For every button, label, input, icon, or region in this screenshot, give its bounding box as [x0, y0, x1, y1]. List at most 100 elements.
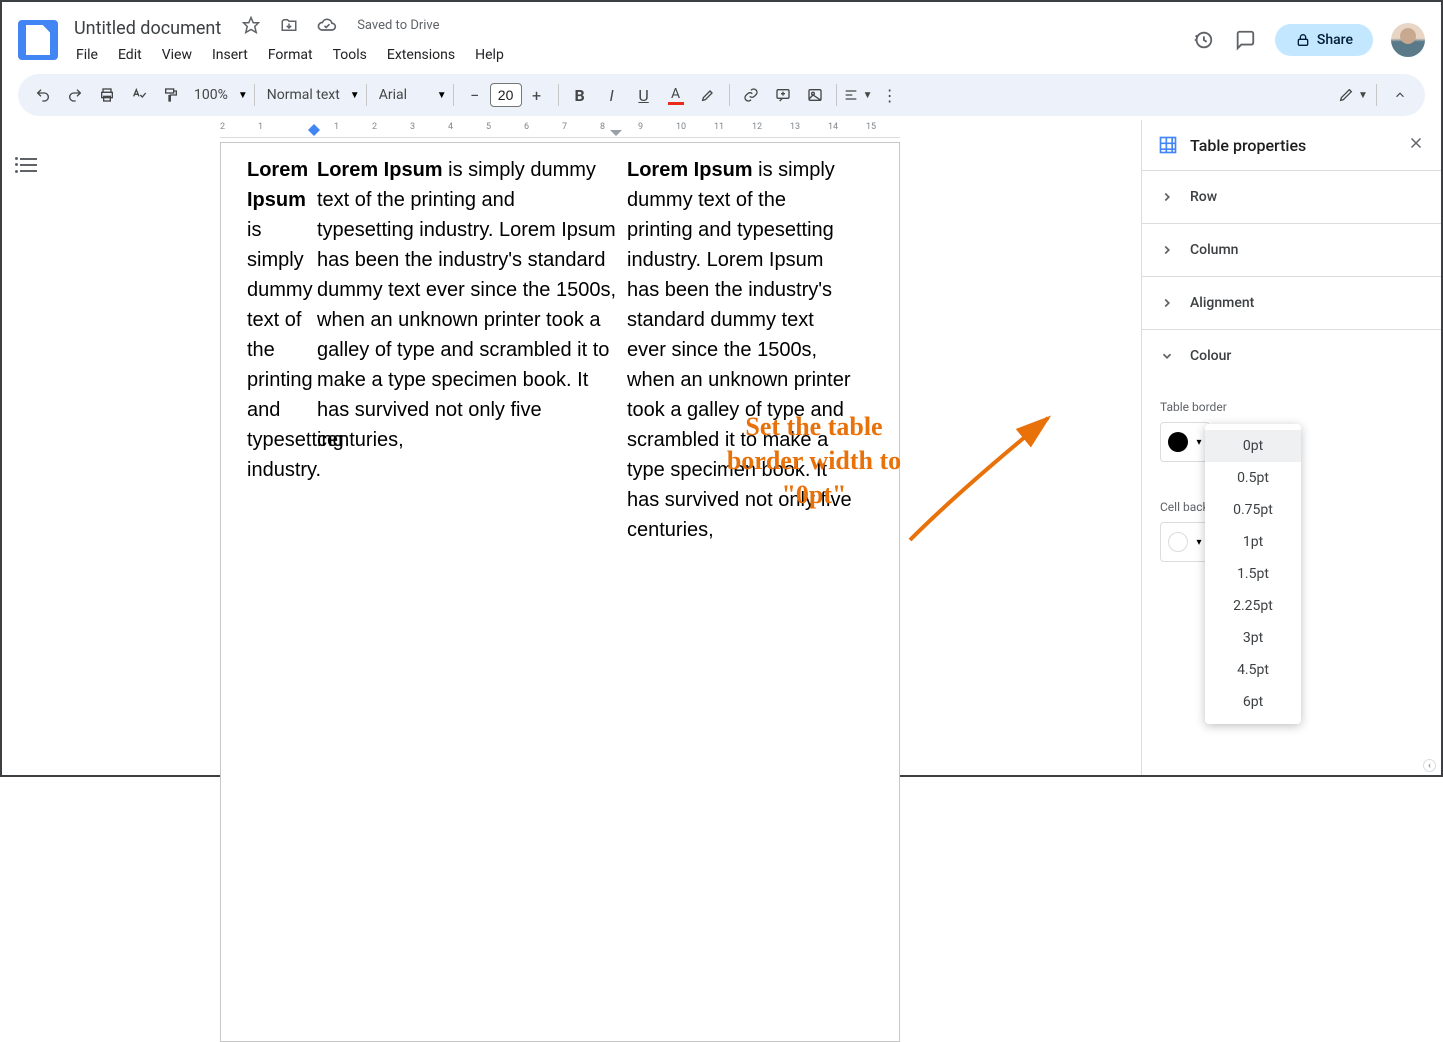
- color-swatch-black: [1168, 432, 1188, 452]
- menu-file[interactable]: File: [68, 43, 106, 67]
- ruler-tick: 15: [866, 122, 876, 132]
- bold-text: Lorem Ipsum: [247, 159, 308, 211]
- add-comment-button[interactable]: [768, 80, 798, 110]
- menu-insert[interactable]: Insert: [204, 43, 256, 67]
- ruler-tick: 1: [258, 122, 263, 132]
- document-page[interactable]: Lorem Ipsum is simply dummy text of the …: [220, 142, 900, 1042]
- align-button[interactable]: ▼: [843, 80, 873, 110]
- move-icon[interactable]: [277, 13, 301, 37]
- menu-extensions[interactable]: Extensions: [379, 43, 463, 67]
- paint-format-button[interactable]: [156, 80, 186, 110]
- chevron-down-icon[interactable]: ▼: [350, 90, 360, 101]
- menu-view[interactable]: View: [154, 43, 200, 67]
- menu-bar: File Edit View Insert Format Tools Exten…: [68, 43, 512, 67]
- chevron-down-icon[interactable]: ▼: [238, 90, 248, 101]
- table-cell-1[interactable]: Lorem Ipsum is simply dummy text of the …: [247, 155, 303, 485]
- zoom-select[interactable]: 100%: [188, 87, 234, 103]
- ruler-tick: 10: [676, 122, 686, 132]
- border-width-option-3pt[interactable]: 3pt: [1205, 622, 1301, 654]
- border-width-option-2-25pt[interactable]: 2.25pt: [1205, 590, 1301, 622]
- redo-button[interactable]: [60, 80, 90, 110]
- decrease-font-size-button[interactable]: −: [460, 80, 490, 110]
- ruler-tick: 7: [562, 122, 567, 132]
- cloud-saved-icon[interactable]: [315, 13, 339, 37]
- underline-button[interactable]: U: [629, 80, 659, 110]
- ruler-tick: 5: [486, 122, 491, 132]
- ruler-tick: 11: [714, 122, 724, 132]
- chevron-down-icon: ▾: [1196, 537, 1201, 548]
- ruler-tick: 2: [220, 122, 225, 132]
- horizontal-ruler[interactable]: 2 1 1 2 3 4 5 6 7 8 9 10 11 12 13 14 15: [220, 120, 900, 138]
- indent-marker-icon[interactable]: [610, 124, 622, 136]
- spellcheck-button[interactable]: [124, 80, 154, 110]
- bold-button[interactable]: B: [565, 80, 595, 110]
- section-column[interactable]: Column: [1142, 224, 1441, 277]
- menu-tools[interactable]: Tools: [325, 43, 375, 67]
- border-width-option-0pt[interactable]: 0pt: [1205, 430, 1301, 462]
- menu-format[interactable]: Format: [260, 43, 321, 67]
- table-cell-2[interactable]: Lorem Ipsum is simply dummy text of the …: [317, 155, 617, 455]
- border-width-option-1-5pt[interactable]: 1.5pt: [1205, 558, 1301, 590]
- more-button[interactable]: ⋮: [875, 80, 905, 110]
- paragraph-style-select[interactable]: Normal text: [261, 87, 346, 103]
- history-icon[interactable]: [1191, 28, 1215, 52]
- section-label: Row: [1190, 189, 1217, 205]
- border-width-option-0-75pt[interactable]: 0.75pt: [1205, 494, 1301, 526]
- print-button[interactable]: [92, 80, 122, 110]
- bold-text: Lorem Ipsum: [317, 159, 443, 181]
- color-swatch-white: [1168, 532, 1188, 552]
- docs-app-icon[interactable]: [18, 20, 58, 60]
- table-cell-3[interactable]: Lorem Ipsum is simply dummy text of the …: [627, 155, 857, 545]
- section-row[interactable]: Row: [1142, 171, 1441, 224]
- font-select[interactable]: Arial: [373, 87, 433, 103]
- star-icon[interactable]: [239, 13, 263, 37]
- ruler-tick: 14: [828, 122, 838, 132]
- italic-button[interactable]: I: [597, 80, 627, 110]
- ruler-tick: 3: [410, 122, 415, 132]
- section-alignment[interactable]: Alignment: [1142, 277, 1441, 330]
- show-side-panel-button[interactable]: ‹: [1423, 759, 1436, 772]
- menu-help[interactable]: Help: [467, 43, 512, 67]
- document-title[interactable]: Untitled document: [68, 16, 227, 41]
- outline-toggle-icon[interactable]: [15, 156, 37, 174]
- font-size-input[interactable]: [490, 83, 522, 107]
- increase-font-size-button[interactable]: +: [522, 80, 552, 110]
- annotation-arrow-icon: [900, 410, 1060, 550]
- avatar[interactable]: [1391, 23, 1425, 57]
- insert-link-button[interactable]: [736, 80, 766, 110]
- save-status: Saved to Drive: [357, 18, 439, 33]
- border-width-option-0-5pt[interactable]: 0.5pt: [1205, 462, 1301, 494]
- toolbar: 100% ▼ Normal text ▼ Arial ▼ − + B I U A…: [18, 74, 1425, 116]
- border-width-option-1pt[interactable]: 1pt: [1205, 526, 1301, 558]
- cell-background-select[interactable]: ▾: [1160, 522, 1210, 562]
- bold-text: Lorem Ipsum: [627, 159, 753, 181]
- text-color-button[interactable]: A: [661, 80, 691, 110]
- menu-edit[interactable]: Edit: [110, 43, 150, 67]
- ruler-tick: 13: [790, 122, 800, 132]
- close-panel-button[interactable]: [1407, 134, 1425, 156]
- ruler-tick: 9: [638, 122, 643, 132]
- highlight-button[interactable]: [693, 80, 723, 110]
- border-width-option-6pt[interactable]: 6pt: [1205, 686, 1301, 718]
- insert-image-button[interactable]: [800, 80, 830, 110]
- editing-mode-button[interactable]: ▼: [1338, 80, 1368, 110]
- undo-button[interactable]: [28, 80, 58, 110]
- table-border-label: Table border: [1160, 400, 1423, 414]
- border-width-dropdown: 0pt 0.5pt 0.75pt 1pt 1.5pt 2.25pt 3pt 4.…: [1205, 424, 1301, 724]
- section-label: Column: [1190, 242, 1238, 258]
- chevron-right-icon: [1160, 243, 1174, 257]
- section-colour[interactable]: Colour: [1142, 330, 1441, 382]
- table-icon: [1158, 135, 1178, 155]
- chevron-down-icon[interactable]: ▼: [437, 90, 447, 101]
- share-button[interactable]: Share: [1275, 24, 1373, 56]
- section-label: Colour: [1190, 348, 1231, 364]
- section-label: Alignment: [1190, 295, 1254, 311]
- collapse-toolbar-button[interactable]: [1385, 80, 1415, 110]
- border-color-select[interactable]: ▾: [1160, 422, 1210, 462]
- sidepanel-title: Table properties: [1190, 136, 1395, 155]
- chevron-right-icon: [1160, 190, 1174, 204]
- indent-marker-icon[interactable]: [308, 124, 320, 136]
- border-width-option-4-5pt[interactable]: 4.5pt: [1205, 654, 1301, 686]
- ruler-tick: 2: [372, 122, 377, 132]
- comments-icon[interactable]: [1233, 28, 1257, 52]
